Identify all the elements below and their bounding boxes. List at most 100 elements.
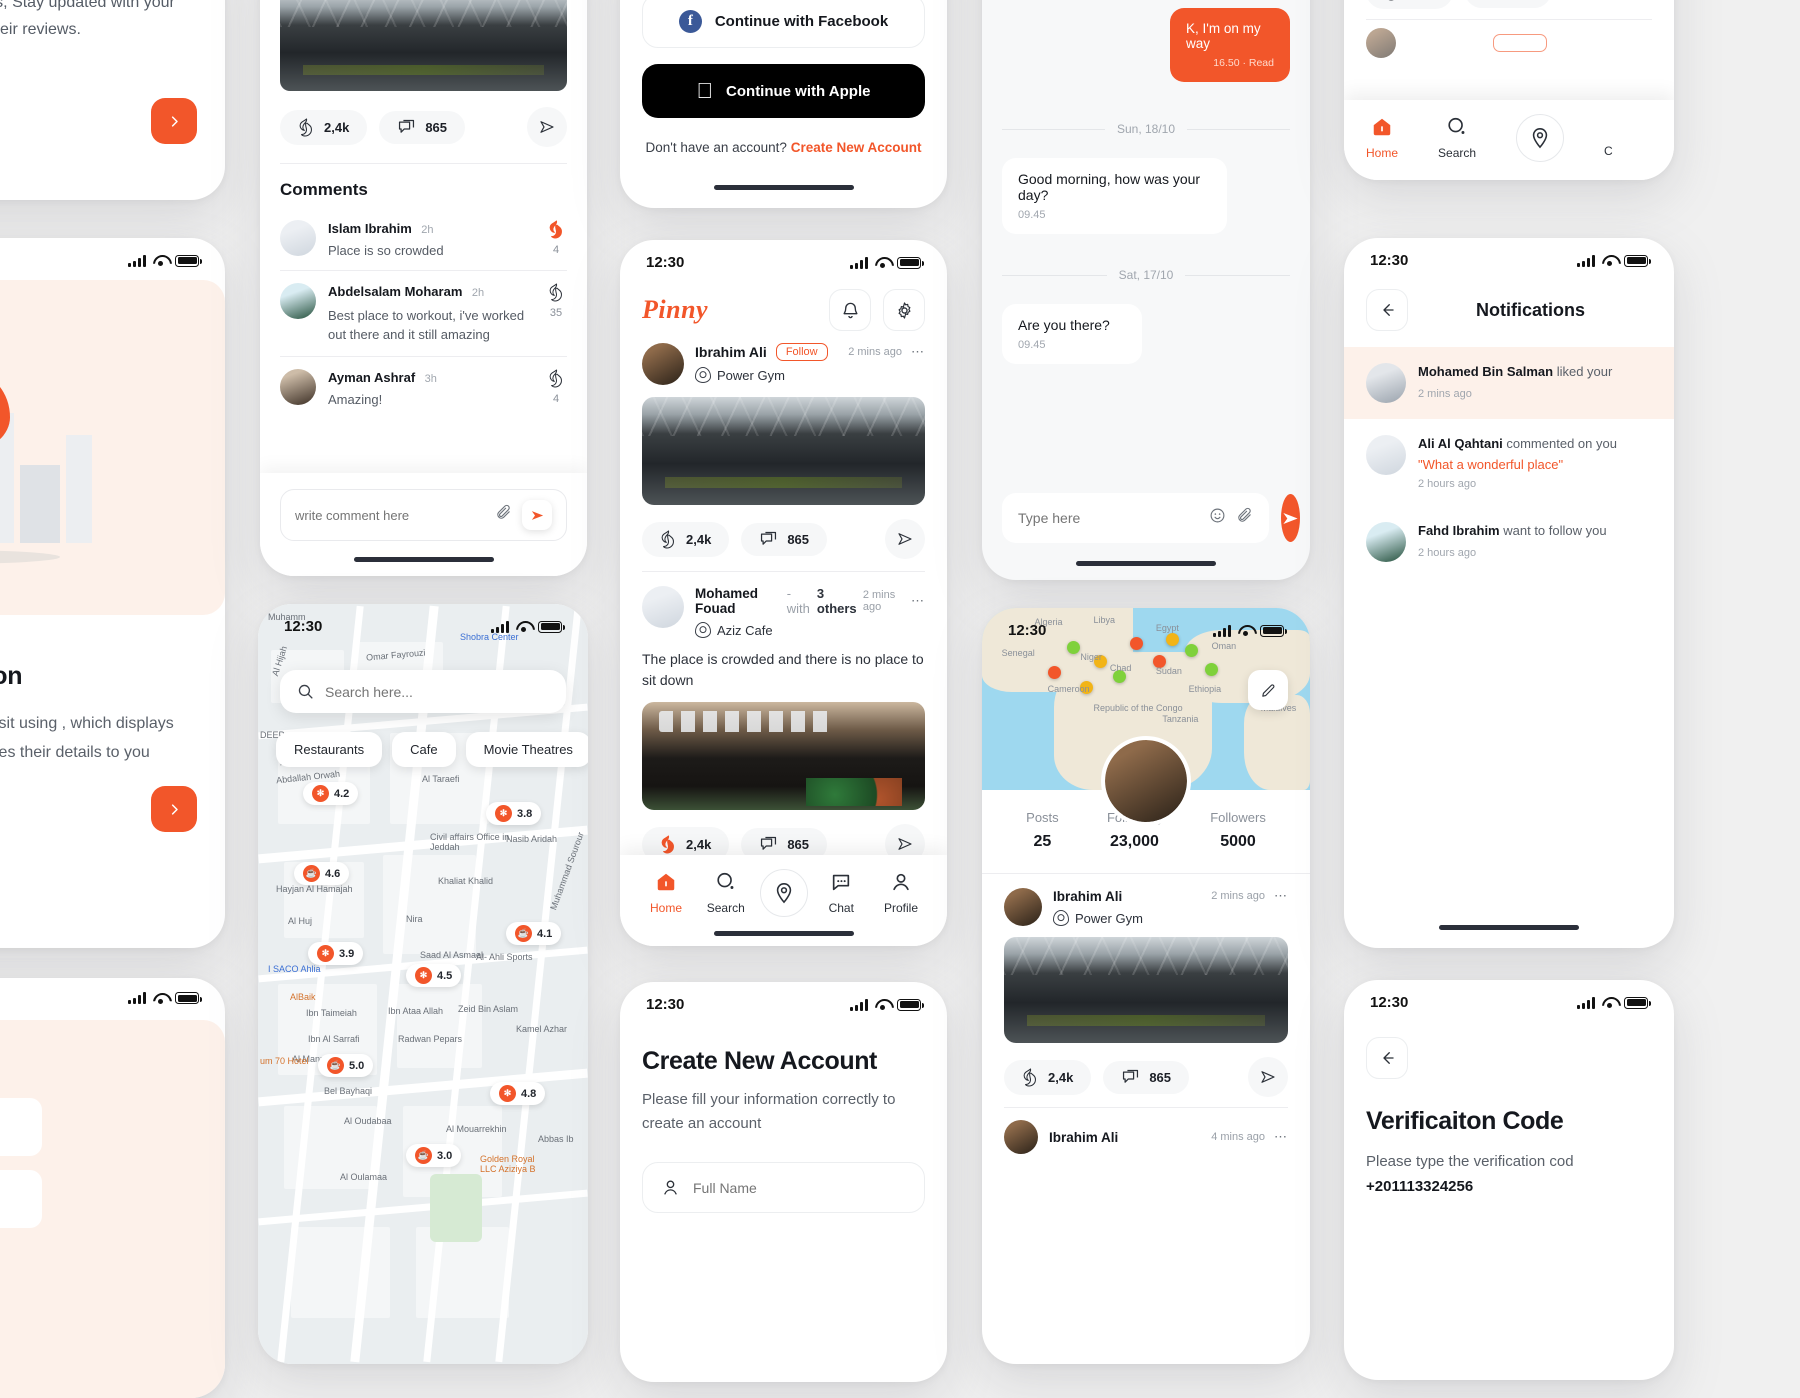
notifications-button[interactable] bbox=[829, 289, 871, 331]
search-icon bbox=[1448, 117, 1465, 134]
more-horizontal-icon[interactable]: ⋯ bbox=[911, 344, 925, 360]
chevron-right-icon bbox=[171, 115, 178, 127]
nav-item-home[interactable]: Home bbox=[640, 871, 692, 915]
nav-item-home[interactable]: Home bbox=[1366, 116, 1398, 160]
comment-button[interactable]: 865 bbox=[379, 110, 466, 144]
nav-item-center-pin[interactable] bbox=[759, 869, 808, 917]
list-item[interactable]: Islam Ibrahim 2h Place is so crowded 4 bbox=[260, 210, 587, 270]
app-logo: Pinny bbox=[642, 295, 709, 324]
battery-icon bbox=[1624, 254, 1651, 267]
chat-bubble-incoming: Are you there? 09.45 bbox=[1002, 304, 1142, 364]
nav-item-center-pin[interactable] bbox=[1516, 114, 1565, 162]
more-horizontal-icon[interactable]: ⋯ bbox=[911, 593, 925, 609]
comment-input[interactable] bbox=[295, 507, 485, 523]
map-pin[interactable]: ✻ 3.8 bbox=[486, 802, 542, 825]
notifications-screen: 12:30 Notifications Mohamed Bin Salman l… bbox=[1344, 238, 1674, 948]
list-item[interactable]: Mohamed Bin Salman liked your 2 mins ago bbox=[1344, 347, 1674, 419]
like-button[interactable]: 2,4k bbox=[1366, 0, 1454, 9]
list-item[interactable]: Fahd Ibrahim want to follow you 2 hours … bbox=[1344, 506, 1674, 578]
attach-button[interactable] bbox=[495, 504, 512, 526]
list-item[interactable]: Abdelsalam Moharam 2h Best place to work… bbox=[260, 271, 587, 356]
edit-profile-button[interactable] bbox=[1248, 670, 1288, 710]
create-account-screen: 12:30 Create New Account Please fill you… bbox=[620, 982, 947, 1382]
map-pin[interactable]: ☕ 4.6 bbox=[294, 862, 350, 885]
cafe-icon: ☕ bbox=[327, 1057, 344, 1074]
comment-button[interactable]: 865 bbox=[741, 522, 828, 556]
back-button[interactable] bbox=[1366, 1037, 1408, 1079]
send-comment-button[interactable] bbox=[522, 500, 552, 530]
restaurant-icon: ✻ bbox=[312, 785, 329, 802]
map-pin[interactable]: ✻ 4.8 bbox=[490, 1082, 546, 1105]
send-icon bbox=[540, 121, 554, 133]
comment-button[interactable]: 865 bbox=[1103, 1060, 1190, 1094]
like-button[interactable]: 2,4k bbox=[1004, 1059, 1092, 1095]
post-photo[interactable] bbox=[642, 702, 925, 810]
comment-time: 2h bbox=[421, 224, 434, 236]
map-pin[interactable]: ✻ 4.5 bbox=[406, 964, 462, 987]
map-pin[interactable]: ✻ 4.2 bbox=[303, 782, 359, 805]
like-button[interactable]: 2,4k bbox=[280, 109, 368, 145]
wifi-icon bbox=[1602, 255, 1617, 266]
filter-movie-theatres[interactable]: Movie Theatres bbox=[465, 732, 588, 767]
map-pin[interactable]: ✻ 3.9 bbox=[308, 942, 364, 965]
stat-followers: Followers 5000 bbox=[1210, 810, 1266, 850]
nav-item-search[interactable]: Search bbox=[700, 871, 752, 915]
post-with-count[interactable]: 3 others bbox=[817, 586, 858, 616]
post-photo[interactable] bbox=[642, 397, 925, 505]
nav-item-search[interactable]: Search bbox=[1438, 116, 1476, 160]
comment-button[interactable]: 865 bbox=[1465, 0, 1552, 8]
wifi-icon bbox=[153, 255, 168, 266]
onboarding-location-next-button[interactable] bbox=[151, 786, 197, 832]
map-pin[interactable]: ☕ 3.0 bbox=[406, 1144, 462, 1167]
bell-icon bbox=[842, 302, 858, 318]
attach-button[interactable] bbox=[1236, 507, 1253, 529]
full-name-input[interactable] bbox=[693, 1179, 906, 1196]
post-photo[interactable] bbox=[1004, 937, 1288, 1043]
comment-reaction[interactable]: 4 bbox=[545, 220, 567, 256]
more-horizontal-icon[interactable]: ⋯ bbox=[1274, 888, 1288, 904]
send-message-button[interactable] bbox=[1281, 494, 1300, 542]
flame-icon bbox=[549, 283, 562, 302]
profile-status-time: 12:30 bbox=[1008, 622, 1047, 639]
send-icon bbox=[898, 533, 912, 545]
battery-icon bbox=[897, 256, 924, 269]
follow-button[interactable]: Follow bbox=[775, 343, 828, 361]
share-button[interactable] bbox=[527, 107, 567, 147]
avatar bbox=[280, 220, 316, 256]
map-pin[interactable]: ☕ 4.1 bbox=[506, 922, 562, 945]
share-button[interactable] bbox=[1248, 1057, 1288, 1097]
nav-item-chat[interactable]: C bbox=[1604, 118, 1613, 158]
list-item[interactable]: Ali Al Qahtani commented on you "What a … bbox=[1344, 419, 1674, 506]
battery-icon bbox=[1624, 996, 1651, 1009]
facebook-login-button[interactable]: f Continue with Facebook bbox=[642, 0, 925, 48]
battery-icon bbox=[175, 254, 202, 267]
more-horizontal-icon[interactable]: ⋯ bbox=[1274, 1129, 1288, 1145]
filter-cafe[interactable]: Cafe bbox=[392, 732, 456, 767]
comment-reaction[interactable]: 35 bbox=[545, 283, 567, 319]
chat-bubble-outgoing: K, I'm on my way 16.50 · Read bbox=[1170, 8, 1290, 82]
emoji-button[interactable] bbox=[1209, 507, 1226, 529]
nav-item-chat[interactable]: Chat bbox=[815, 871, 867, 915]
comment-reaction[interactable]: 4 bbox=[545, 369, 567, 405]
share-button[interactable] bbox=[885, 519, 925, 559]
back-button[interactable] bbox=[1366, 289, 1408, 331]
nav-item-profile[interactable]: Profile bbox=[875, 871, 927, 915]
create-account-link[interactable]: Create New Account bbox=[791, 140, 922, 155]
post-photo[interactable] bbox=[280, 0, 567, 91]
list-item[interactable]: Ayman Ashraf 3h Amazing! 4 bbox=[260, 357, 587, 419]
filter-restaurants[interactable]: Restaurants bbox=[276, 732, 383, 767]
flame-icon bbox=[1388, 0, 1394, 1]
notification-action: want to follow you bbox=[1503, 523, 1607, 538]
wifi-icon bbox=[875, 257, 890, 268]
apple-login-button[interactable]:  Continue with Apple bbox=[642, 64, 925, 118]
map-search-input[interactable] bbox=[325, 683, 549, 700]
like-button[interactable]: 2,4k bbox=[642, 521, 730, 557]
onboarding-next-button[interactable] bbox=[151, 98, 197, 144]
map-pin[interactable]: ☕ 5.0 bbox=[318, 1054, 374, 1077]
chat-input[interactable] bbox=[1018, 510, 1199, 526]
profile-avatar[interactable] bbox=[1101, 736, 1191, 826]
onboarding-top-body: rs by posting daily content, views of re… bbox=[0, 0, 175, 38]
post-with-prefix: - with bbox=[786, 586, 810, 616]
avatar bbox=[642, 343, 684, 385]
settings-button[interactable] bbox=[883, 289, 925, 331]
